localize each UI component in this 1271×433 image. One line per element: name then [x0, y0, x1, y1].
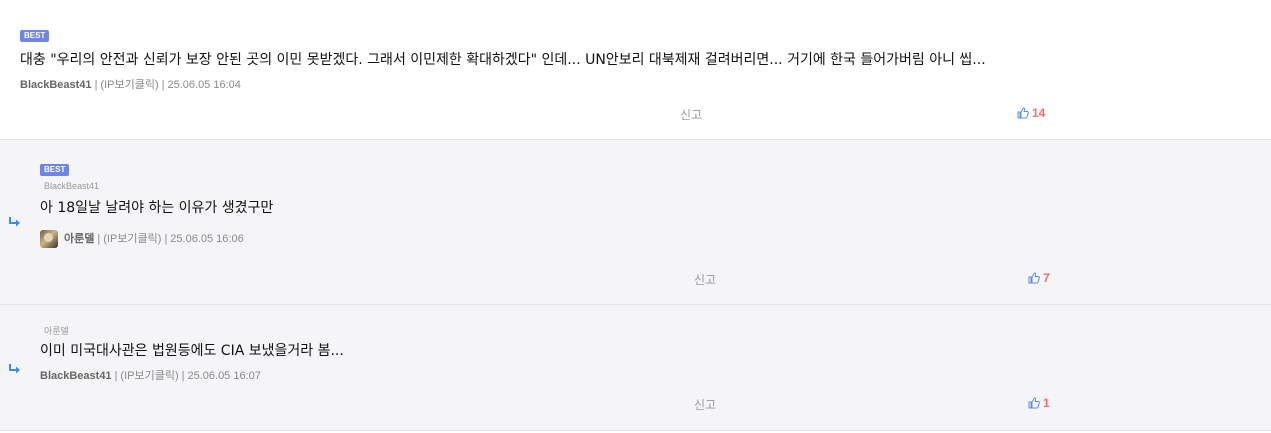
comment-date: 25.06.05 16:07 — [187, 370, 261, 382]
meta-separator: | — [161, 79, 165, 91]
like-button[interactable]: 14 — [1017, 106, 1045, 120]
thumbs-up-icon — [1028, 397, 1040, 409]
comment-meta: BlackBeast41 | (IP보기클릭) | 25.06.05 16:07 — [40, 368, 261, 384]
meta-separator: | — [94, 79, 98, 91]
reply-arrow-icon — [9, 217, 20, 227]
reply-to-author: BlackBeast41 — [44, 181, 100, 191]
like-button[interactable]: 7 — [1028, 271, 1050, 285]
comment-meta: 아룬델 | (IP보기클릭) | 25.06.05 16:06 — [40, 230, 244, 248]
meta-separator: | — [97, 233, 101, 245]
ip-view-link[interactable]: (IP보기클릭) — [100, 77, 158, 93]
report-button[interactable]: 신고 — [694, 271, 716, 288]
reply-item: BEST BlackBeast41 아 18일날 날려야 하는 이유가 생겼구만… — [0, 140, 1271, 305]
thumbs-up-icon — [1017, 107, 1029, 119]
avatar[interactable] — [40, 230, 58, 248]
comment-text: 아 18일날 날려야 하는 이유가 생겼구만 — [40, 200, 274, 216]
like-button[interactable]: 1 — [1028, 396, 1050, 410]
comment-text: 이미 미국대사관은 법원등에도 CIA 보냈을거라 봄... — [40, 343, 344, 359]
author-name[interactable]: 아룬델 — [64, 231, 94, 247]
meta-separator: | — [114, 370, 118, 382]
like-count: 14 — [1032, 106, 1046, 120]
best-badge: BEST — [20, 30, 50, 42]
reply-arrow-icon — [9, 364, 20, 374]
comment-meta: BlackBeast41 | (IP보기클릭) | 25.06.05 16:04 — [20, 77, 241, 93]
ip-view-link[interactable]: (IP보기클릭) — [103, 231, 161, 247]
best-badge: BEST — [40, 164, 70, 176]
ip-view-link[interactable]: (IP보기클릭) — [120, 368, 178, 384]
author-name[interactable]: BlackBeast41 — [20, 77, 92, 93]
comment-text: 대충 "우리의 안전과 신뢰가 보장 안된 곳의 이민 못받겠다. 그래서 이민… — [20, 52, 986, 68]
reply-item: 아룬델 이미 미국대사관은 법원등에도 CIA 보냈을거라 봄... Black… — [0, 305, 1271, 431]
like-count: 7 — [1043, 271, 1050, 285]
report-button[interactable]: 신고 — [680, 106, 702, 123]
like-count: 1 — [1043, 396, 1050, 410]
reply-to-author: 아룬델 — [44, 326, 69, 336]
comment-date: 25.06.05 16:06 — [170, 233, 244, 245]
thumbs-up-icon — [1028, 272, 1040, 284]
meta-separator: | — [181, 370, 185, 382]
comment-item: BEST 대충 "우리의 안전과 신뢰가 보장 안된 곳의 이민 못받겠다. 그… — [0, 0, 1271, 140]
report-button[interactable]: 신고 — [694, 396, 716, 413]
author-name[interactable]: BlackBeast41 — [40, 368, 112, 384]
meta-separator: | — [164, 233, 168, 245]
comment-date: 25.06.05 16:04 — [167, 79, 241, 91]
